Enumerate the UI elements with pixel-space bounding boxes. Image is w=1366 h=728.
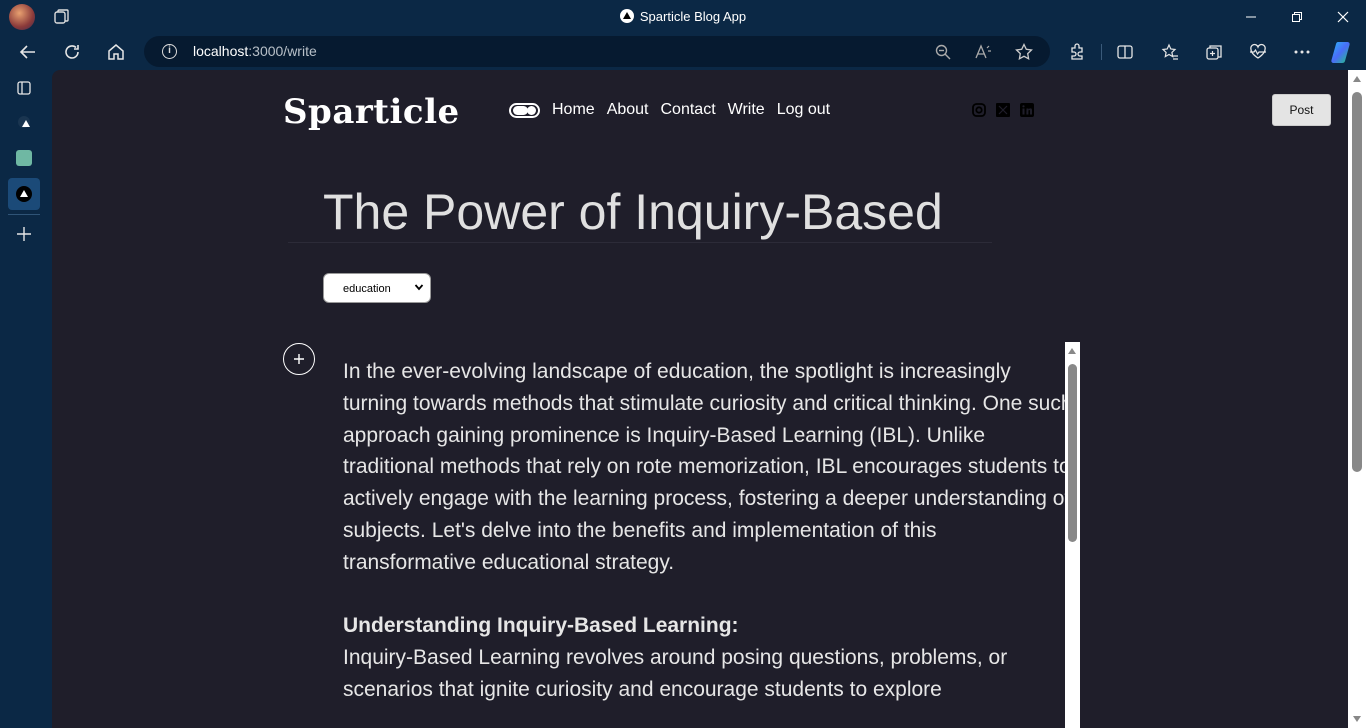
more-options-icon[interactable] bbox=[1290, 40, 1314, 64]
favorites-icon[interactable] bbox=[1158, 40, 1182, 64]
sidebar-divider bbox=[8, 214, 40, 215]
minimize-button[interactable] bbox=[1228, 0, 1274, 34]
post-button[interactable]: Post bbox=[1272, 94, 1331, 126]
nav-home-link[interactable]: Home bbox=[552, 101, 595, 119]
page-scrollbar[interactable] bbox=[1348, 70, 1366, 728]
x-twitter-icon[interactable] bbox=[995, 102, 1011, 118]
window-title-text: Sparticle Blog App bbox=[639, 9, 747, 24]
chevron-down-icon bbox=[414, 284, 424, 291]
tab-actions-icon[interactable] bbox=[8, 72, 40, 104]
copilot-icon[interactable] bbox=[1331, 40, 1355, 64]
linkedin-icon[interactable] bbox=[1019, 102, 1035, 118]
read-aloud-icon[interactable] bbox=[974, 42, 994, 62]
body-heading: Understanding Inquiry-Based Learning: bbox=[343, 614, 739, 638]
sidebar-tab-active-icon[interactable] bbox=[8, 178, 40, 210]
back-button[interactable] bbox=[16, 40, 40, 64]
site-info-icon[interactable]: i bbox=[162, 44, 177, 59]
title-bar: Sparticle Blog App bbox=[0, 0, 1366, 34]
nav-logout-link[interactable]: Log out bbox=[777, 101, 830, 119]
post-title-input[interactable]: The Power of Inquiry-Based bbox=[288, 175, 992, 243]
nav-write-link[interactable]: Write bbox=[728, 101, 765, 119]
nav-contact-link[interactable]: Contact bbox=[661, 101, 716, 119]
nav-about-link[interactable]: About bbox=[607, 101, 649, 119]
category-value: education bbox=[343, 283, 391, 295]
sidebar-tab-site-icon[interactable] bbox=[8, 106, 40, 138]
body-paragraph: Inquiry-Based Learning revolves around p… bbox=[343, 646, 1008, 701]
collections-icon[interactable] bbox=[1202, 40, 1226, 64]
refresh-button[interactable] bbox=[60, 40, 84, 64]
split-screen-icon[interactable] bbox=[1113, 40, 1137, 64]
restore-button[interactable] bbox=[1274, 0, 1320, 34]
site-logo[interactable]: Sparticle bbox=[283, 92, 460, 132]
new-tab-plus-icon[interactable] bbox=[8, 218, 40, 250]
main-nav: Home About Contact Write Log out bbox=[552, 101, 830, 119]
browser-essentials-icon[interactable] bbox=[1246, 40, 1270, 64]
body-paragraph: In the ever-evolving landscape of educat… bbox=[343, 360, 1073, 574]
site-favicon-icon bbox=[619, 9, 634, 23]
browser-toolbar: i localhost:3000/write bbox=[0, 34, 1366, 70]
theme-toggle[interactable] bbox=[509, 103, 540, 118]
browser-sidebar bbox=[0, 70, 48, 728]
plus-icon bbox=[294, 354, 304, 364]
favorite-star-icon[interactable] bbox=[1014, 42, 1034, 62]
post-body-editor[interactable]: In the ever-evolving landscape of educat… bbox=[343, 356, 1073, 706]
add-media-button[interactable] bbox=[283, 343, 315, 375]
instagram-icon[interactable] bbox=[971, 102, 987, 118]
home-button[interactable] bbox=[104, 40, 128, 64]
url-text[interactable]: localhost:3000/write bbox=[193, 43, 317, 59]
category-select[interactable]: education bbox=[323, 273, 431, 303]
window-title: Sparticle Blog App bbox=[0, 9, 1366, 24]
url-host: localhost bbox=[193, 43, 249, 59]
zoom-out-icon[interactable] bbox=[933, 42, 953, 62]
sidebar-tab-chatgpt-icon[interactable] bbox=[8, 142, 40, 174]
url-path: :3000/write bbox=[248, 43, 317, 59]
close-window-button[interactable] bbox=[1320, 0, 1366, 34]
toolbar-divider bbox=[1101, 44, 1102, 60]
social-links bbox=[971, 102, 1035, 118]
extensions-icon[interactable] bbox=[1065, 40, 1089, 64]
address-bar[interactable]: i localhost:3000/write bbox=[144, 36, 1050, 67]
post-title-text: The Power of Inquiry-Based bbox=[323, 184, 943, 240]
web-page: Sparticle Home About Contact Write Log o… bbox=[52, 70, 1348, 728]
editor-scrollbar[interactable] bbox=[1065, 342, 1080, 728]
